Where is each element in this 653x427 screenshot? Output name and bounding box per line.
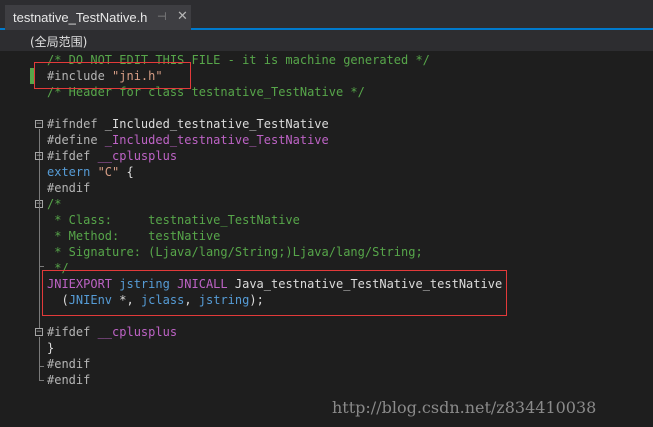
code-line-10: /* (47, 197, 62, 211)
macro: _Included_testnative_TestNative (104, 133, 329, 147)
highlight-box-include (34, 62, 191, 89)
close-icon[interactable]: ✕ (177, 9, 188, 24)
code-line-18: #ifdef __cplusplus (47, 324, 177, 340)
code-line-11: * Class: testnative_TestNative (47, 213, 300, 227)
code-line-9: #endif (47, 181, 91, 195)
tab-testnative-header[interactable]: testnative_TestNative.h ⊣ ✕ (5, 5, 191, 30)
code-line-19: } (47, 341, 55, 355)
directive: #ifdef (47, 325, 98, 339)
code-line-13: * Signature: (Ljava/lang/String;)Ljava/l… (47, 245, 423, 259)
watermark: http://blog.csdn.net/z834410038 (332, 398, 597, 417)
directive: #ifndef (47, 117, 105, 131)
code-line-5: #ifndef _Included_testnative_TestNative (47, 116, 329, 132)
fold-icon[interactable]: − (35, 120, 43, 129)
pin-icon[interactable]: ⊣ (157, 10, 167, 23)
directive: #define (47, 133, 105, 147)
identifier: _Included_testnative_TestNative (104, 117, 329, 131)
fold-guide-end (39, 380, 44, 381)
tab-bar: testnative_TestNative.h ⊣ ✕ (0, 0, 653, 30)
string: "C" (97, 165, 120, 179)
keyword: extern (47, 165, 98, 179)
fold-guide (39, 366, 40, 380)
macro: __cplusplus (97, 325, 178, 339)
navigation-bar: (全局范围) (0, 30, 653, 51)
macro: __cplusplus (97, 149, 178, 163)
editor-gutter (0, 51, 28, 427)
fold-guide (39, 180, 40, 328)
code-line-20: #endif (47, 357, 91, 371)
punctuation: { (119, 165, 134, 179)
code-line-21: #endif (47, 373, 91, 387)
fold-guide (39, 337, 40, 366)
code-line-7: #ifdef __cplusplus (47, 148, 177, 164)
code-line-12: * Method: testNative (47, 229, 221, 243)
fold-icon[interactable]: − (35, 152, 43, 161)
directive: #ifdef (47, 149, 98, 163)
code-line-6: #define _Included_testnative_TestNative (47, 132, 329, 148)
highlight-box-function (42, 270, 507, 316)
code-line-8: extern "C" { (47, 164, 134, 180)
scope-dropdown[interactable]: (全局范围) (30, 33, 87, 50)
fold-icon[interactable]: − (35, 328, 43, 337)
tab-title: testnative_TestNative.h (13, 10, 148, 25)
